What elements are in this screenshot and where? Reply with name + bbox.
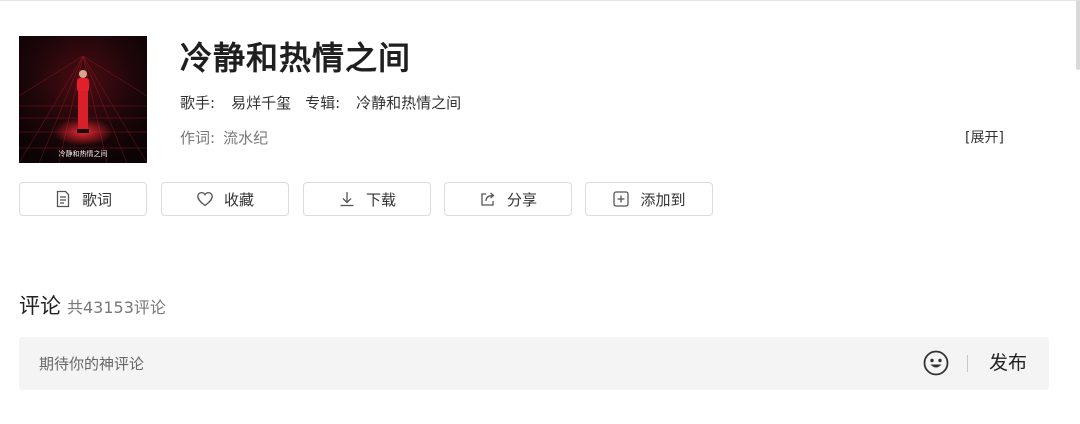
album-cover[interactable]: 冷静和热情之间 bbox=[19, 36, 147, 163]
share-button-label: 分享 bbox=[506, 190, 537, 209]
album-link[interactable]: 冷静和热情之间 bbox=[356, 94, 461, 112]
lyrics-button[interactable]: 歌词 bbox=[19, 182, 147, 216]
song-title: 冷静和热情之间 bbox=[180, 39, 412, 77]
comments-count: 共43153评论 bbox=[67, 298, 166, 317]
scrollbar[interactable] bbox=[1076, 0, 1080, 70]
emoji-button[interactable] bbox=[923, 350, 949, 376]
add-to-button-label: 添加到 bbox=[640, 190, 686, 209]
album-cover-art: 冷静和热情之间 bbox=[19, 36, 147, 163]
cover-text: 冷静和热情之间 bbox=[59, 149, 108, 158]
add-to-button[interactable]: 添加到 bbox=[585, 182, 713, 216]
input-divider bbox=[967, 355, 968, 372]
lyricist-row: 作词: 流水纪 bbox=[180, 127, 268, 149]
favorite-button[interactable]: 收藏 bbox=[161, 182, 289, 216]
comments-title: 评论 bbox=[19, 294, 61, 318]
singer-label: 歌手: bbox=[180, 94, 216, 112]
smiley-icon bbox=[923, 350, 949, 376]
top-divider bbox=[0, 0, 1080, 1]
expand-link[interactable]: [展开] bbox=[965, 127, 1004, 149]
lyricist-name: 流水纪 bbox=[223, 129, 269, 147]
download-button-label: 下载 bbox=[365, 190, 396, 209]
share-button[interactable]: 分享 bbox=[444, 182, 572, 216]
album-label: 专辑: bbox=[305, 94, 341, 112]
share-icon bbox=[479, 190, 497, 208]
singer-link[interactable]: 易烊千玺 bbox=[231, 94, 291, 112]
comment-box: 发布 bbox=[19, 337, 1049, 390]
song-detail-page: 冷静和热情之间 冷静和热情之间 歌手: 易烊千玺 专辑: 冷静和热情之间 作词: 流水纪… bbox=[0, 0, 1080, 424]
download-icon bbox=[338, 190, 356, 208]
favorite-button-label: 收藏 bbox=[223, 190, 254, 209]
song-meta-row: 歌手: 易烊千玺 专辑: 冷静和热情之间 bbox=[180, 92, 461, 114]
add-square-icon bbox=[612, 190, 630, 208]
lyricist-label: 作词: bbox=[180, 129, 216, 147]
comment-input[interactable] bbox=[19, 337, 899, 390]
comments-header: 评论 共43153评论 bbox=[19, 292, 166, 322]
lyrics-icon bbox=[54, 190, 72, 208]
lyrics-button-label: 歌词 bbox=[81, 190, 112, 209]
heart-icon bbox=[196, 190, 214, 208]
download-button[interactable]: 下载 bbox=[303, 182, 431, 216]
publish-button[interactable]: 发布 bbox=[989, 350, 1027, 376]
